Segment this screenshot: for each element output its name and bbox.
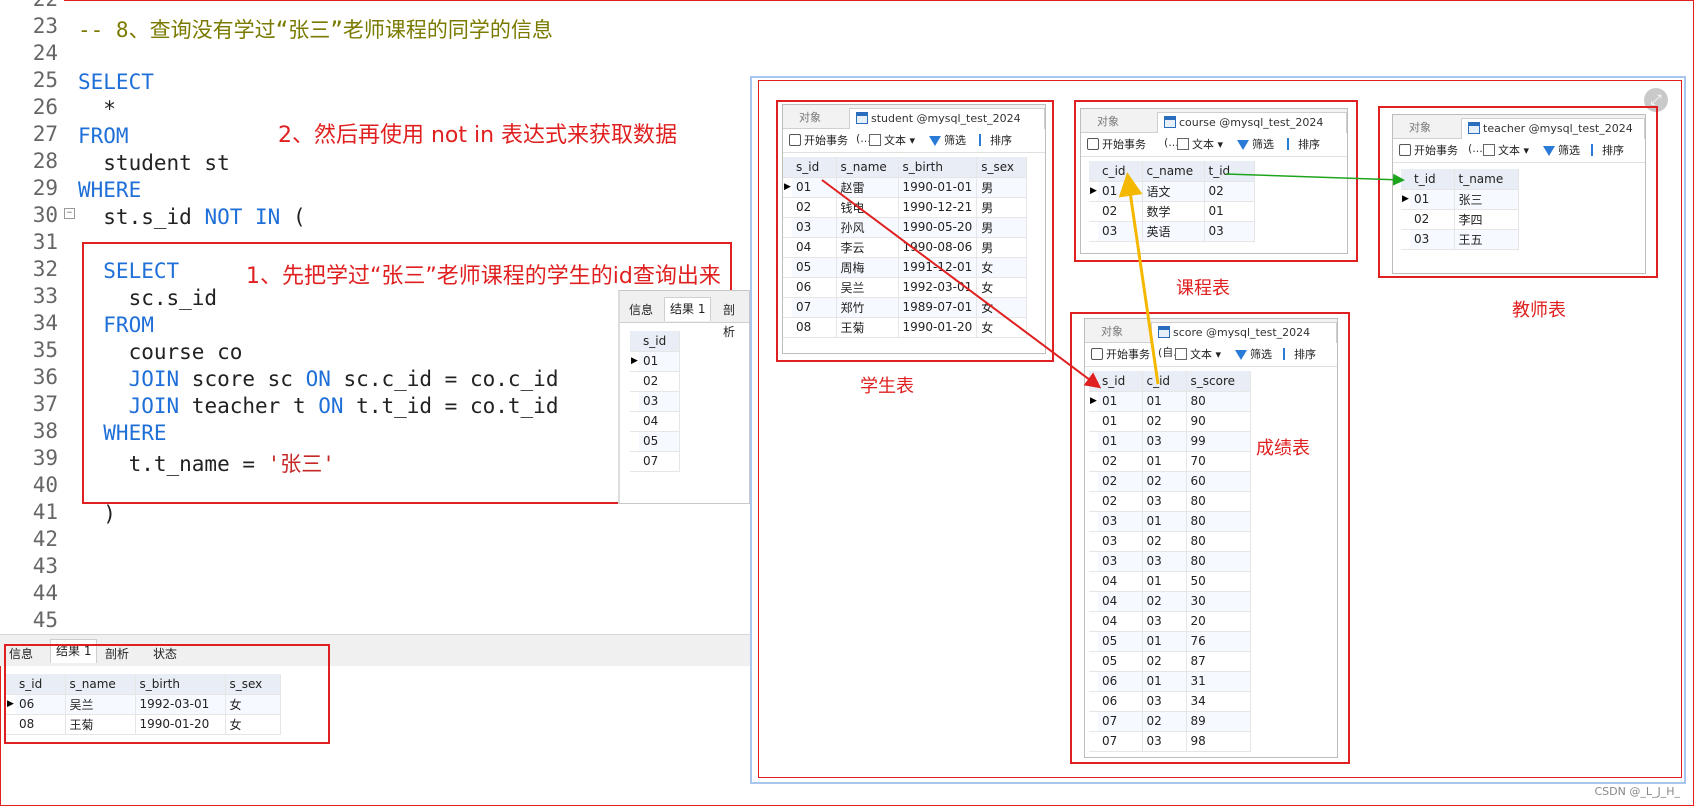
subquery-result-panel: 信息 结果 1 剖析 s_id ▶ 01 02 03 04 05 07 xyxy=(618,290,750,504)
student-highlight-box xyxy=(776,100,1054,362)
code-line-23: -- 8、查询没有学过“张三”老师课程的同学的信息 xyxy=(78,14,553,44)
teacher-highlight-box xyxy=(1378,106,1658,278)
line-number: 45 xyxy=(32,608,58,632)
line-number: 37 xyxy=(32,392,58,416)
tab-profile[interactable]: 剖析 xyxy=(718,299,749,339)
code-line-26: * xyxy=(78,97,116,121)
code-line-28: student st xyxy=(78,151,230,175)
code-line-29: WHERE xyxy=(78,178,142,202)
subquery-result-tabs: 信息 结果 1 剖析 xyxy=(620,291,749,339)
tab-result-1[interactable]: 结果 1 xyxy=(664,297,712,321)
table-row[interactable]: 03 xyxy=(630,391,680,412)
line-number: 41 xyxy=(32,500,58,524)
column-header[interactable]: s_id xyxy=(639,331,680,352)
table-row[interactable]: 07 xyxy=(630,451,680,472)
line-number-gutter: 22 23 24 25 26 27 28 29 30 31 32 33 34 35 36 37 38 39 40 41… xyxy=(0,0,64,640)
line-number: 29 xyxy=(32,176,58,200)
line-number: 44 xyxy=(32,581,58,605)
result-highlight-box xyxy=(4,644,330,744)
student-table-label: 学生表 xyxy=(860,376,914,397)
line-number: 28 xyxy=(32,149,58,173)
row-marker xyxy=(630,371,639,392)
code-line-25: SELECT xyxy=(78,70,154,94)
sql-comment: -- 8、查询没有学过“张三”老师课程的同学的信息 xyxy=(78,18,553,42)
table-cell[interactable]: 01 xyxy=(639,351,680,372)
code-line-27: FROM xyxy=(78,124,129,148)
line-number: 35 xyxy=(32,338,58,362)
line-number: 33 xyxy=(32,284,58,308)
code-text: ( xyxy=(280,205,306,229)
line-number: 32 xyxy=(32,257,58,281)
table-cell[interactable]: 03 xyxy=(639,391,680,412)
line-number: 36 xyxy=(32,365,58,389)
table-cell[interactable]: 07 xyxy=(639,451,680,472)
teacher-table-label: 教师表 xyxy=(1512,300,1566,321)
row-marker xyxy=(630,451,639,472)
line-number: 40 xyxy=(32,473,58,497)
line-number: 22 xyxy=(0,0,58,11)
row-marker xyxy=(630,331,639,352)
code-keyword: NOT IN xyxy=(204,205,281,229)
table-row[interactable]: 05 xyxy=(630,431,680,452)
table-cell[interactable]: 02 xyxy=(639,371,680,392)
code-text: st.s_id xyxy=(78,205,205,229)
fold-collapse-icon[interactable]: − xyxy=(64,208,75,219)
line-number: 30 xyxy=(32,203,58,227)
score-table-label: 成绩表 xyxy=(1256,438,1310,459)
course-table-label: 课程表 xyxy=(1176,278,1230,299)
code-line-30: st.s_id NOT IN ( xyxy=(78,205,306,229)
code-line-41: ) xyxy=(78,502,116,526)
row-marker xyxy=(630,391,639,412)
table-cell[interactable]: 05 xyxy=(639,431,680,452)
line-number: 34 xyxy=(32,311,58,335)
line-number: 27 xyxy=(32,122,58,146)
table-row[interactable]: 02 xyxy=(630,371,680,392)
subquery-result-grid[interactable]: s_id ▶ 01 02 03 04 05 07 xyxy=(630,331,680,472)
line-number: 31 xyxy=(32,230,58,254)
row-marker xyxy=(630,411,639,432)
header-row: s_id xyxy=(630,331,680,352)
table-row[interactable]: 04 xyxy=(630,411,680,432)
line-number: 25 xyxy=(32,68,58,92)
tab-info[interactable]: 信息 xyxy=(624,299,658,323)
line-number: 23 xyxy=(32,14,58,38)
line-number: 38 xyxy=(32,419,58,443)
watermark: CSDN @_L_J_H_ xyxy=(1594,785,1680,798)
line-number: 43 xyxy=(32,554,58,578)
course-highlight-box xyxy=(1074,100,1358,262)
table-cell[interactable]: 04 xyxy=(639,411,680,432)
line-number: 42 xyxy=(32,527,58,551)
annotation-step2: 2、然后再使用 not in 表达式来获取数据 xyxy=(278,123,678,148)
line-number: 24 xyxy=(32,41,58,65)
score-highlight-box xyxy=(1070,312,1350,764)
table-row[interactable]: ▶ 01 xyxy=(630,351,680,372)
current-row-icon: ▶ xyxy=(630,351,639,372)
row-marker xyxy=(630,431,639,452)
line-number: 26 xyxy=(32,95,58,119)
line-number: 39 xyxy=(32,446,58,470)
